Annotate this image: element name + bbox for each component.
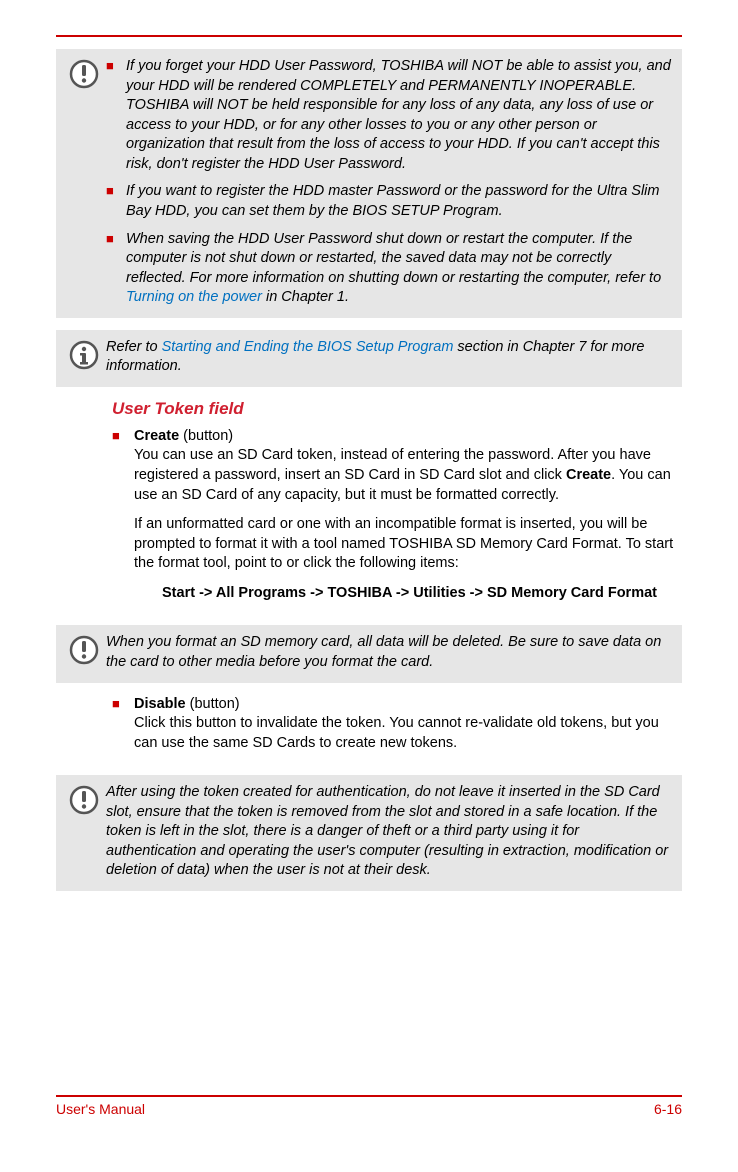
warning1-item2: If you want to register the HDD master P… xyxy=(126,182,672,221)
info-text: Refer to Starting and Ending the BIOS Se… xyxy=(106,338,672,377)
footer-left: User's Manual xyxy=(56,1101,145,1117)
info-icon xyxy=(62,338,106,377)
warning2-text: When you format an SD memory card, all d… xyxy=(106,633,672,672)
bullet-icon: ■ xyxy=(106,182,126,221)
warning-icon xyxy=(62,57,106,308)
menu-path: Start -> All Programs -> TOSHIBA -> Util… xyxy=(162,584,682,604)
warning-callout-1: ■ If you forget your HDD User Password, … xyxy=(56,49,682,318)
warning-callout-2: When you format an SD memory card, all d… xyxy=(56,625,682,682)
warning-callout-3: After using the token created for authen… xyxy=(56,775,682,891)
info-callout: Refer to Starting and Ending the BIOS Se… xyxy=(56,330,682,387)
footer-page-number: 6-16 xyxy=(654,1101,682,1117)
bullet-icon: ■ xyxy=(106,230,126,308)
section-title-user-token: User Token field xyxy=(112,399,682,419)
footer: User's Manual 6-16 xyxy=(56,1095,682,1117)
bullet-icon: ■ xyxy=(112,695,134,764)
warning-icon xyxy=(62,633,106,672)
warning3-text: After using the token created for authen… xyxy=(106,783,672,881)
bullet-icon: ■ xyxy=(112,427,134,614)
link-turning-on-power[interactable]: Turning on the power xyxy=(126,289,262,305)
warning-icon xyxy=(62,783,106,881)
link-bios-setup[interactable]: Starting and Ending the BIOS Setup Progr… xyxy=(162,339,454,355)
create-item: Create (button) You can use an SD Card t… xyxy=(134,427,682,614)
bullet-icon: ■ xyxy=(106,57,126,174)
header-rule xyxy=(56,35,682,37)
warning1-item1: If you forget your HDD User Password, TO… xyxy=(126,57,672,174)
warning1-item3: When saving the HDD User Password shut d… xyxy=(126,230,672,308)
disable-item: Disable (button) Click this button to in… xyxy=(134,695,682,764)
